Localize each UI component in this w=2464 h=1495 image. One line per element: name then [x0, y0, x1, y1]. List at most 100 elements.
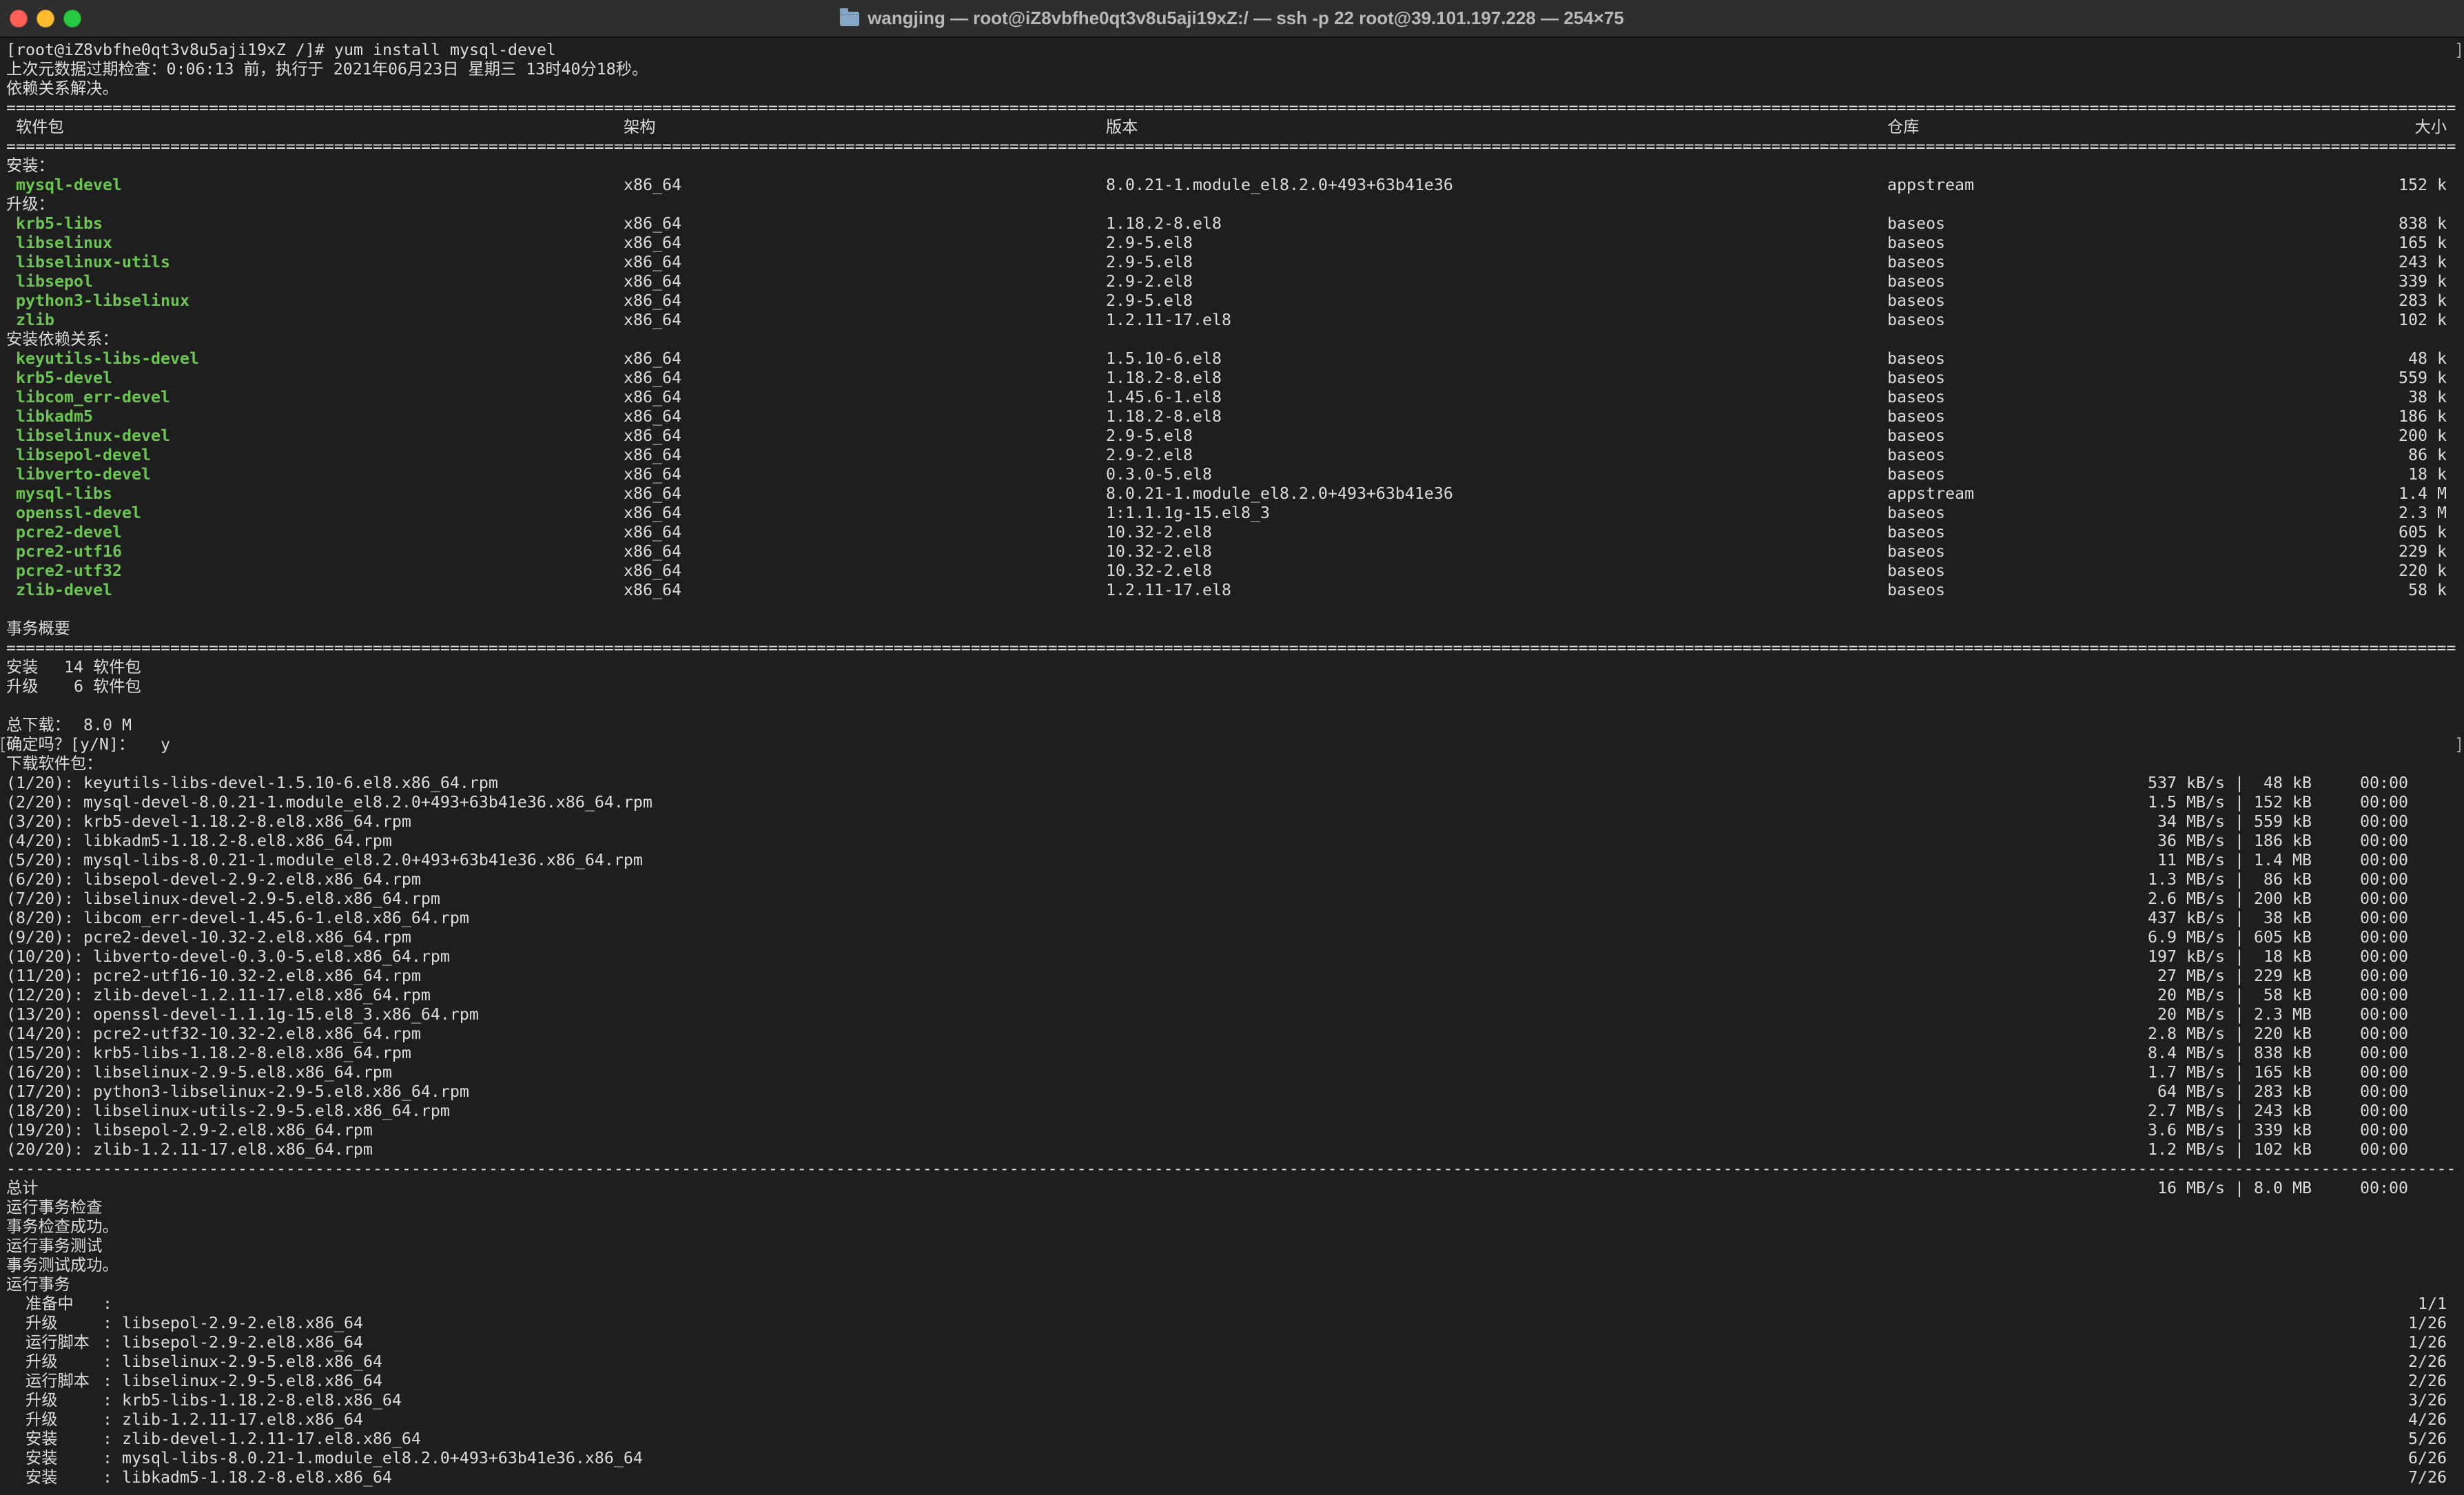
package-repository: baseos [1887, 234, 1945, 252]
download-size: 838 kB [2254, 1044, 2312, 1062]
table-row: libverto-devel x86_64 0.3.0-5.el8 baseos 18 … [6, 465, 2456, 484]
download-file: (5/20): mysql-libs-8.0.21-1.module_el8.2… [6, 851, 643, 869]
step-package: zlib-1.2.11-17.el8.x86_64 [122, 1410, 363, 1429]
download-size: 283 kB [2254, 1082, 2312, 1101]
package-name: pcre2-utf32 [16, 561, 122, 580]
confirm-answer: y [161, 735, 170, 754]
confirm-line: 确定吗？[y/N]： y [6, 735, 2456, 754]
package-arch: x86_64 [624, 291, 681, 310]
package-name: zlib-devel [16, 581, 112, 599]
table-row: libselinux x86_64 2.9-5.el8 baseos 165 k [6, 234, 2456, 253]
download-speed: 8.4 MB/s [2148, 1044, 2225, 1062]
table-row: mysql-libs x86_64 8.0.21-1.module_el8.2.0+… [6, 484, 2456, 504]
column-separator: | [2235, 1102, 2244, 1120]
transaction-step-row: 升级: zlib-1.2.11-17.el8.x86_64 4/26 [6, 1410, 2456, 1430]
transaction-check-line: 运行事务检查 [6, 1198, 2456, 1217]
package-repository: baseos [1887, 465, 1945, 484]
window-title: wangjing — root@iZ8vbfhe0qt3v8u5aji19xZ:… [867, 8, 1624, 28]
download-file: (2/20): mysql-devel-8.0.21-1.module_el8.… [6, 793, 653, 812]
summary-upgrade-line: 升级 6 软件包 [6, 677, 2456, 697]
package-repository: appstream [1887, 484, 1974, 503]
column-separator: | [2235, 889, 2244, 908]
upgrade-count: 6 [74, 677, 83, 696]
column-separator: | [2235, 1121, 2244, 1140]
package-arch: x86_64 [624, 214, 681, 233]
step-progress: 1/26 [2408, 1314, 2447, 1332]
transaction-step-row: 安装: zlib-devel-1.2.11-17.el8.x86_64 5/26 [6, 1430, 2456, 1449]
download-row: (8/20): libcom_err-devel-1.45.6-1.el8.x8… [6, 909, 2456, 928]
step-package: zlib-devel-1.2.11-17.el8.x86_64 [122, 1430, 421, 1448]
transaction-step-row: 准备中: 1/1 [6, 1295, 2456, 1314]
package-version: 1.45.6-1.el8 [1106, 388, 1222, 406]
download-time: 00:00 [2360, 1121, 2408, 1140]
table-row: pcre2-utf16 x86_64 10.32-2.el8 baseos 229 k [6, 542, 2456, 561]
download-time: 00:00 [2360, 1102, 2408, 1120]
download-file: (15/20): krb5-libs-1.18.2-8.el8.x86_64.r… [6, 1044, 411, 1062]
column-separator: | [2235, 1044, 2244, 1062]
table-row: zlib x86_64 1.2.11-17.el8 baseos 102 k [6, 311, 2456, 330]
package-version: 8.0.21-1.module_el8.2.0+493+63b41e36 [1106, 176, 1453, 194]
download-time: 00:00 [2360, 793, 2408, 812]
package-version: 0.3.0-5.el8 [1106, 465, 1212, 484]
transaction-test-text: 运行事务测试 [6, 1237, 103, 1255]
package-size: 186 k [2399, 407, 2447, 426]
step-separator: : [103, 1295, 112, 1313]
download-speed: 20 MB/s [2157, 1005, 2225, 1024]
header-version: 版本 [1106, 118, 1138, 136]
download-file: (12/20): zlib-devel-1.2.11-17.el8.x86_64… [6, 986, 431, 1004]
step-action: 运行脚本 [25, 1333, 90, 1352]
download-file: (14/20): pcre2-utf32-10.32-2.el8.x86_64.… [6, 1024, 421, 1043]
step-progress: 2/26 [2408, 1352, 2447, 1371]
download-size: 165 kB [2254, 1063, 2312, 1082]
package-size: 283 k [2399, 291, 2447, 310]
download-size: 102 kB [2254, 1140, 2312, 1159]
download-speed: 3.6 MB/s [2148, 1121, 2225, 1140]
download-size: 243 kB [2254, 1102, 2312, 1120]
step-separator: : [103, 1449, 112, 1467]
download-time: 00:00 [2360, 967, 2408, 985]
dependencies-resolved-text: 依赖关系解决。 [6, 79, 119, 98]
table-row: krb5-libs x86_64 1.18.2-8.el8 baseos 838 k [6, 214, 2456, 234]
terminal-window: wangjing — root@iZ8vbfhe0qt3v8u5aji19xZ:… [0, 0, 2464, 1495]
column-separator: | [2235, 1140, 2244, 1159]
package-name: krb5-libs [16, 214, 103, 233]
title-bar[interactable]: wangjing — root@iZ8vbfhe0qt3v8u5aji19xZ:… [0, 0, 2464, 38]
download-size: 339 kB [2254, 1121, 2312, 1140]
package-name: libverto-devel [16, 465, 151, 484]
transaction-test-ok-text: 事务测试成功。 [6, 1256, 119, 1275]
column-separator: | [2235, 812, 2244, 831]
package-version: 1.18.2-8.el8 [1106, 407, 1222, 426]
package-repository: baseos [1887, 272, 1945, 291]
separator-line: ========================================… [6, 639, 2456, 658]
transaction-running-line: 运行事务 [6, 1275, 2456, 1295]
download-speed: 6.9 MB/s [2148, 928, 2225, 947]
terminal-output[interactable]: [root@iZ8vbfhe0qt3v8u5aji19xZ /]# yum ins… [6, 41, 2456, 1487]
download-file: (10/20): libverto-devel-0.3.0-5.el8.x86_… [6, 947, 450, 966]
package-repository: baseos [1887, 369, 1945, 387]
download-row: (19/20): libsepol-2.9-2.el8.x86_64.rpm 3.… [6, 1121, 2456, 1140]
download-speed: 36 MB/s [2157, 832, 2225, 850]
download-row: (7/20): libselinux-devel-2.9-5.el8.x86_6… [6, 889, 2456, 909]
package-arch: x86_64 [624, 465, 681, 484]
download-row: (9/20): pcre2-devel-10.32-2.el8.x86_64.r… [6, 928, 2456, 947]
transaction-check-ok-text: 事务检查成功。 [6, 1217, 119, 1236]
table-row: pcre2-utf32 x86_64 10.32-2.el8 baseos 220 k [6, 561, 2456, 581]
package-name: libselinux-devel [16, 426, 170, 445]
download-size: 220 kB [2254, 1024, 2312, 1043]
column-separator: | [2235, 967, 2244, 985]
package-version: 1.18.2-8.el8 [1106, 214, 1222, 233]
download-time: 00:00 [2360, 928, 2408, 947]
package-repository: baseos [1887, 253, 1945, 271]
transaction-step-row: 升级: krb5-libs-1.18.2-8.el8.x86_64 3/26 [6, 1391, 2456, 1410]
package-name: libcom_err-devel [16, 388, 170, 406]
package-size: 605 k [2399, 523, 2447, 542]
package-version: 1.18.2-8.el8 [1106, 369, 1222, 387]
package-version: 8.0.21-1.module_el8.2.0+493+63b41e36 [1106, 484, 1453, 503]
download-size: 229 kB [2254, 967, 2312, 985]
upgrade-unit: 软件包 [93, 677, 141, 696]
package-size: 38 k [2408, 388, 2447, 406]
package-version: 10.32-2.el8 [1106, 542, 1212, 561]
download-time: 00:00 [2360, 909, 2408, 927]
package-name: pcre2-devel [16, 523, 122, 542]
